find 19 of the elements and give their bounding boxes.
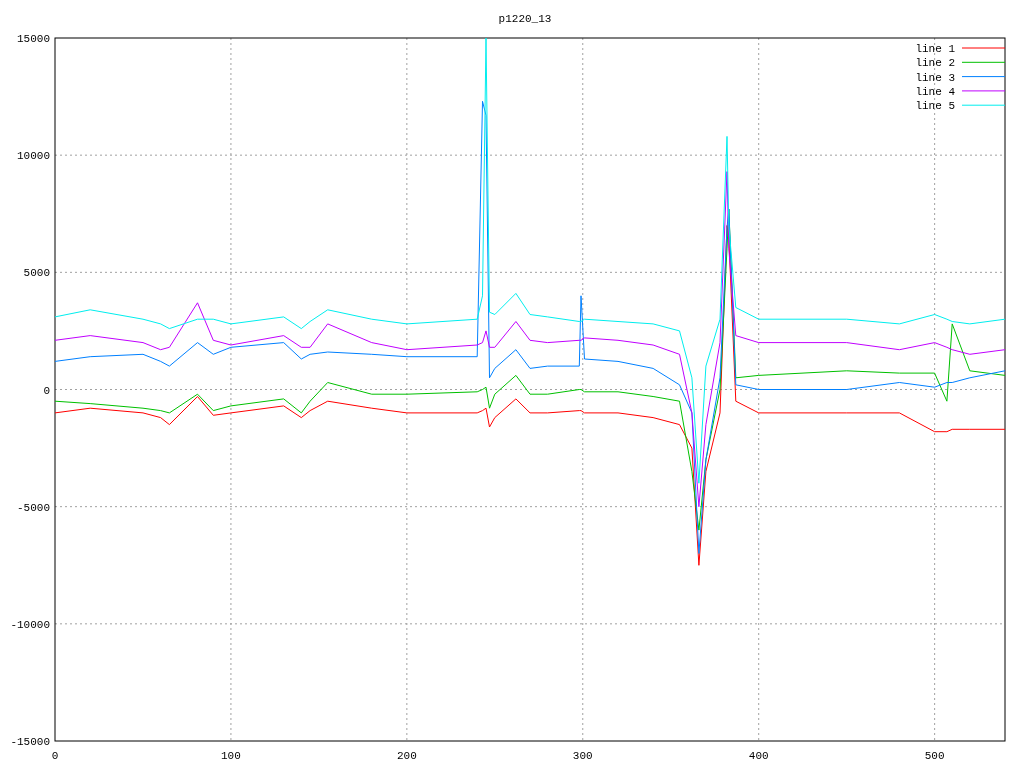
y-tick-label: 0 bbox=[43, 384, 50, 397]
legend-label: line 5 bbox=[915, 100, 955, 113]
legend-label: line 3 bbox=[915, 71, 955, 84]
y-tick-label: -5000 bbox=[17, 501, 50, 514]
x-tick-label: 200 bbox=[396, 750, 417, 762]
x-tick-label: 500 bbox=[924, 750, 945, 762]
x-tick-label: 400 bbox=[748, 750, 769, 762]
legend-label: line 1 bbox=[915, 43, 955, 55]
chart-title: p1220_13 bbox=[498, 13, 552, 25]
x-tick-label: 300 bbox=[572, 750, 593, 762]
y-tick-label: 15000 bbox=[17, 33, 50, 45]
y-tick-label: -15000 bbox=[10, 736, 50, 748]
y-tick-label: 10000 bbox=[17, 150, 50, 163]
y-tick-label: -10000 bbox=[10, 618, 50, 631]
legend-label: line 2 bbox=[915, 57, 955, 70]
x-tick-label: 100 bbox=[221, 750, 241, 762]
x-tick-label: 0 bbox=[51, 750, 59, 762]
y-tick-label: 5000 bbox=[23, 267, 50, 280]
legend-label: line 4 bbox=[915, 85, 955, 98]
